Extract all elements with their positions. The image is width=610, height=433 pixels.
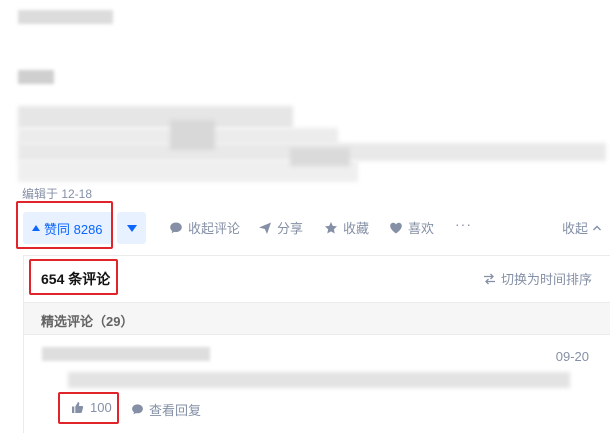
star-icon [325,221,337,233]
send-icon [259,222,271,234]
comment-icon [170,222,182,233]
favorite-button[interactable]: 收藏 [324,218,369,237]
highlight-box-count [29,259,118,295]
collapse-label: 收起 [561,221,588,236]
collapse-answer-button[interactable]: 收起 [562,218,602,237]
collapse-comments-button[interactable]: 收起评论 [169,218,240,237]
swap-icon [483,273,495,284]
like-button[interactable]: 喜欢 [389,218,434,237]
chevron-up-icon [593,225,601,230]
switch-sort-label: 切换为时间排序 [500,272,592,287]
comment-bubble-icon [132,404,143,415]
comment-date: 09-20 [555,349,589,364]
switch-sort-button[interactable]: 切换为时间排序 [483,269,592,288]
highlight-box-likes [58,392,119,424]
share-label: 分享 [277,221,304,236]
vote-down-button[interactable] [117,212,146,244]
highlight-box-vote [16,201,113,249]
triangle-down-icon [126,224,137,232]
like-label: 喜欢 [408,221,435,236]
view-replies-button[interactable]: 查看回复 [131,400,201,419]
featured-label: 精选评论（29） [41,314,134,329]
collapse-comments-label: 收起评论 [188,221,241,236]
edit-time: 编辑于 12-18 [22,187,93,201]
view-replies-label: 查看回复 [149,403,202,418]
more-button[interactable]: ··· [455,216,472,232]
heart-icon [390,222,402,233]
share-button[interactable]: 分享 [258,218,303,237]
favorite-label: 收藏 [343,221,370,236]
